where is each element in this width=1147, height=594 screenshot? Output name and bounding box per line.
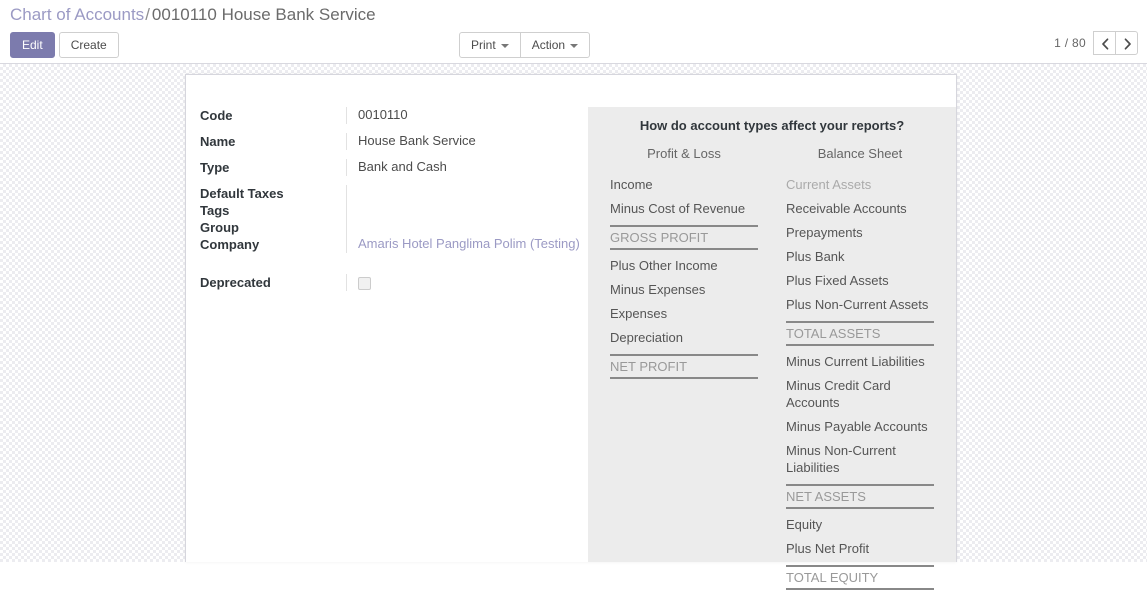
bs-entry-minus-non-current-liabilities: Minus Non-Current Liabilities (786, 443, 896, 475)
pl-entry-net-profit: NET PROFIT (610, 354, 758, 379)
control-panel: Edit Create Print Action 1 / 80 (0, 28, 1147, 64)
pager-count: 1 / 80 (1054, 36, 1086, 50)
form-sheet: Code 0010110 Name House Bank Service Typ… (185, 74, 957, 590)
pl-entry-expenses: Expenses (610, 306, 668, 321)
field-row-code: Code 0010110 (200, 107, 588, 124)
create-button[interactable]: Create (58, 32, 119, 58)
profit-and-loss-heading: Profit & Loss (647, 146, 721, 161)
field-value-default-taxes[interactable] (346, 185, 588, 202)
sidebar-actions: Print Action (459, 32, 591, 58)
bs-entry-net-assets: NET ASSETS (786, 484, 934, 509)
pl-entry-minus-cost-of-revenue: Minus Cost of Revenue (610, 201, 746, 216)
pager-next-button[interactable] (1115, 31, 1138, 55)
edit-button[interactable]: Edit (10, 32, 55, 58)
field-row-default-taxes: Default Taxes (200, 185, 588, 202)
breadcrumb: Chart of Accounts/0010110 House Bank Ser… (10, 4, 1147, 26)
bs-entry-plus-non-current-assets: Plus Non-Current Assets (786, 297, 929, 312)
breadcrumb-root-link[interactable]: Chart of Accounts (10, 5, 144, 24)
pl-entry-minus-expenses: Minus Expenses (610, 282, 706, 297)
bs-entry-total-equity: TOTAL EQUITY (786, 565, 934, 590)
info-panel-title: How do account types affect your reports… (639, 118, 905, 133)
bs-entry-equity: Equity (786, 517, 823, 532)
field-label-company: Company (200, 237, 260, 252)
field-label-type: Type (200, 160, 230, 175)
bs-entry-receivable-accounts: Receivable Accounts (786, 201, 907, 216)
balance-sheet-heading: Balance Sheet (817, 146, 903, 161)
field-row-group: Group (200, 219, 588, 236)
field-label-group: Group (200, 220, 239, 235)
bs-entry-minus-current-liabilities: Minus Current Liabilities (786, 354, 925, 369)
action-label: Action (531, 38, 566, 52)
field-label-tags: Tags (200, 203, 230, 218)
chevron-down-icon (500, 43, 509, 48)
bs-entry-prepayments: Prepayments (786, 225, 863, 240)
bs-entry-current-assets: Current Assets (786, 177, 872, 192)
field-value-tags[interactable] (346, 202, 588, 219)
bs-entry-plus-fixed-assets: Plus Fixed Assets (786, 273, 889, 288)
field-value-group[interactable] (346, 219, 588, 236)
action-button-group: Print Action (459, 32, 591, 58)
pager: 1 / 80 (1054, 31, 1138, 55)
pl-entry-depreciation: Depreciation (610, 330, 683, 345)
field-row-type: Type Bank and Cash (200, 159, 588, 176)
field-row-tags: Tags (200, 202, 588, 219)
field-label-default-taxes: Default Taxes (200, 186, 284, 201)
bs-entry-minus-credit-card-accounts: Minus Credit Card Accounts (786, 378, 891, 410)
pl-entry-income: Income (610, 177, 653, 192)
pager-previous-button[interactable] (1093, 31, 1116, 55)
field-label-deprecated: Deprecated (200, 275, 271, 290)
account-type-info-panel: How do account types affect your reports… (588, 107, 956, 590)
chevron-right-icon (1124, 38, 1131, 50)
print-dropdown-button[interactable]: Print (459, 32, 521, 58)
bs-entry-minus-payable-accounts: Minus Payable Accounts (786, 419, 928, 434)
chevron-left-icon (1102, 38, 1109, 50)
field-row-company: Company Amaris Hotel Panglima Polim (Tes… (200, 236, 588, 253)
record-actions: Edit Create (10, 32, 123, 58)
breadcrumb-separator: / (145, 5, 150, 24)
deprecated-checkbox[interactable] (358, 277, 371, 291)
field-value-deprecated (346, 274, 588, 291)
profit-and-loss-column: Profit & Loss Income Minus Cost of Reven… (610, 145, 772, 594)
field-group: Code 0010110 Name House Bank Service Typ… (200, 107, 588, 300)
pl-entry-plus-other-income: Plus Other Income (610, 258, 718, 273)
info-panel-columns: Profit & Loss Income Minus Cost of Reven… (610, 145, 934, 594)
field-value-code[interactable]: 0010110 (346, 107, 588, 124)
action-dropdown-button[interactable]: Action (519, 32, 591, 58)
pl-entry-gross-profit: GROSS PROFIT (610, 225, 758, 250)
field-value-name[interactable]: House Bank Service (346, 133, 588, 150)
bs-entry-plus-bank: Plus Bank (786, 249, 845, 264)
field-row-deprecated: Deprecated (200, 274, 588, 291)
breadcrumb-current: 0010110 House Bank Service (151, 5, 376, 24)
form-view-background: Code 0010110 Name House Bank Service Typ… (0, 64, 1147, 590)
field-value-company[interactable]: Amaris Hotel Panglima Polim (Testing) (346, 236, 588, 253)
field-label-code: Code (200, 108, 233, 123)
breadcrumb-bar: Chart of Accounts/0010110 House Bank Ser… (0, 0, 1147, 28)
balance-sheet-column: Balance Sheet Current Assets Receivable … (772, 145, 934, 594)
print-label: Print (471, 38, 496, 52)
field-label-name: Name (200, 134, 236, 149)
bs-entry-total-assets: TOTAL ASSETS (786, 321, 934, 346)
field-value-type[interactable]: Bank and Cash (346, 159, 588, 176)
bs-entry-plus-net-profit: Plus Net Profit (786, 541, 870, 556)
chevron-down-icon (570, 43, 579, 48)
field-row-name: Name House Bank Service (200, 133, 588, 150)
